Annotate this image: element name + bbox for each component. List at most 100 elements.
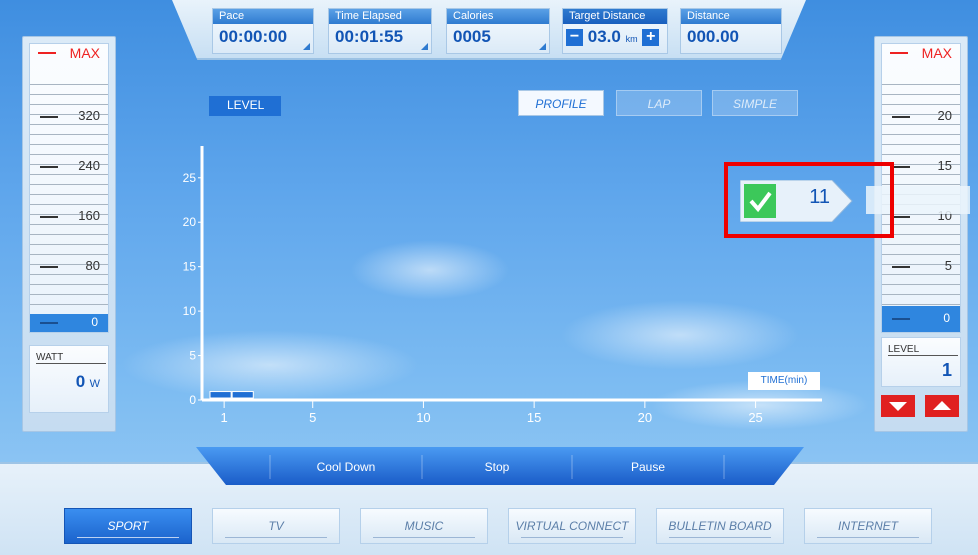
minor-tick: [882, 144, 960, 145]
watt-readout-value: 0: [75, 372, 86, 391]
y-tick-label: 20: [183, 215, 197, 229]
minor-tick: [30, 84, 108, 85]
stat-time-elapsed-value: 00:01:55: [335, 27, 404, 46]
highlight-box: [724, 162, 894, 238]
stat-pace-value: 00:00:00: [219, 27, 288, 46]
nav-sport-label: SPORT: [107, 519, 149, 533]
stat-calories-label: Calories: [447, 9, 549, 24]
watt-readout: WATT 0 W: [29, 345, 109, 413]
stat-pace[interactable]: Pace 00:00:00: [212, 8, 314, 54]
minor-tick: [882, 284, 960, 285]
minor-tick: [30, 234, 108, 235]
x-tick-label: 5: [309, 410, 316, 425]
minor-tick: [882, 274, 960, 275]
workout-control-bar: Cool Down Stop Pause: [196, 447, 804, 485]
major-tick: [892, 166, 910, 168]
watt-scale-label: 160: [78, 208, 100, 223]
y-tick-label: 5: [189, 349, 196, 363]
nav-bulletin-board-label: BULLETIN BOARD: [668, 519, 772, 533]
minor-tick: [30, 204, 108, 205]
watt-panel: MAX 320 240 160 80 0 WATT 0 W: [22, 36, 116, 432]
major-tick: [892, 266, 910, 268]
corner-arrow-icon: [421, 43, 428, 50]
level-readout-label: LEVEL: [888, 344, 958, 356]
stat-distance-label: Distance: [681, 9, 781, 24]
minor-tick: [882, 154, 960, 155]
minor-tick: [30, 104, 108, 105]
lap-mode-button[interactable]: LAP: [616, 90, 702, 116]
max-line: [890, 52, 908, 54]
minor-tick: [882, 124, 960, 125]
max-line: [38, 52, 56, 54]
x-axis-label: TIME(min): [748, 372, 820, 390]
simple-mode-button[interactable]: SIMPLE: [712, 90, 798, 116]
stat-calories-value: 0005: [453, 27, 491, 46]
level-readout: LEVEL 1: [881, 337, 961, 387]
x-tick-label: 15: [527, 410, 541, 425]
minor-tick: [30, 94, 108, 95]
chart-svg: 05101520251 5 10 15 20 25: [183, 146, 822, 425]
minor-tick: [30, 254, 108, 255]
level-down-button[interactable]: [881, 395, 915, 417]
watt-zero-label: 0: [91, 315, 98, 329]
minor-tick: [30, 154, 108, 155]
stat-target-distance-value: 03.0: [587, 27, 621, 46]
minor-tick: [882, 94, 960, 95]
minor-tick: [882, 294, 960, 295]
minor-tick: [30, 294, 108, 295]
watt-readout-unit: W: [89, 378, 100, 390]
nav-internet[interactable]: INTERNET: [804, 508, 932, 544]
zero-line: [892, 318, 910, 320]
triangle-up-icon: [933, 401, 951, 410]
corner-arrow-icon: [303, 43, 310, 50]
level-up-button[interactable]: [925, 395, 959, 417]
y-tick-label: 25: [183, 171, 197, 185]
major-tick: [892, 116, 910, 118]
level-scale-label: 5: [944, 258, 952, 273]
y-tick-label: 10: [183, 304, 197, 318]
stat-target-distance: Target Distance − 03.0 km +: [562, 8, 668, 54]
watt-scale-label: 320: [78, 108, 100, 123]
level-fill: 0: [882, 306, 960, 332]
minor-tick: [882, 244, 960, 245]
x-tick-label: 25: [748, 410, 762, 425]
profile-mode-button[interactable]: PROFILE: [518, 90, 604, 116]
nav-music[interactable]: MUSIC: [360, 508, 488, 544]
major-tick: [40, 216, 58, 218]
target-distance-plus-button[interactable]: +: [642, 29, 660, 47]
watt-level-fill: 0: [30, 314, 108, 332]
zero-line: [40, 322, 58, 324]
stat-time-elapsed[interactable]: Time Elapsed 00:01:55: [328, 8, 432, 54]
pause-button[interactable]: Pause: [574, 457, 722, 477]
triangle-down-icon: [889, 402, 907, 411]
level-scale-label: 20: [937, 108, 952, 123]
nav-internet-label: INTERNET: [838, 519, 898, 533]
minor-tick: [30, 304, 108, 305]
level-max-label: MAX: [921, 45, 952, 61]
level-profile-chart: 0 5 10 15 20 25 1 5 10 15 20 25: [160, 90, 840, 430]
corner-arrow-icon: [539, 43, 546, 50]
minor-tick: [882, 104, 960, 105]
y-tick-label: 0: [189, 393, 196, 407]
nav-tv[interactable]: TV: [212, 508, 340, 544]
watt-readout-label: WATT: [36, 352, 106, 364]
major-tick: [40, 266, 58, 268]
nav-virtual-connect[interactable]: VIRTUAL CONNECT: [508, 508, 636, 544]
stat-calories[interactable]: Calories 0005: [446, 8, 550, 54]
nav-sport[interactable]: SPORT: [64, 508, 192, 544]
nav-bulletin-board[interactable]: BULLETIN BOARD: [656, 508, 784, 544]
cool-down-button[interactable]: Cool Down: [272, 457, 420, 477]
minor-tick: [30, 194, 108, 195]
level-bar: [209, 391, 232, 399]
target-distance-minus-button[interactable]: −: [566, 29, 583, 47]
minor-tick: [30, 274, 108, 275]
stat-distance-value: 000.00: [687, 27, 739, 46]
x-tick-label: 10: [416, 410, 430, 425]
watt-scale[interactable]: MAX 320 240 160 80 0: [29, 43, 109, 333]
minor-tick: [30, 224, 108, 225]
stop-button[interactable]: Stop: [424, 457, 570, 477]
minor-tick: [30, 174, 108, 175]
watt-scale-label: 240: [78, 158, 100, 173]
stat-target-distance-unit: km: [625, 34, 638, 44]
minor-tick: [30, 124, 108, 125]
